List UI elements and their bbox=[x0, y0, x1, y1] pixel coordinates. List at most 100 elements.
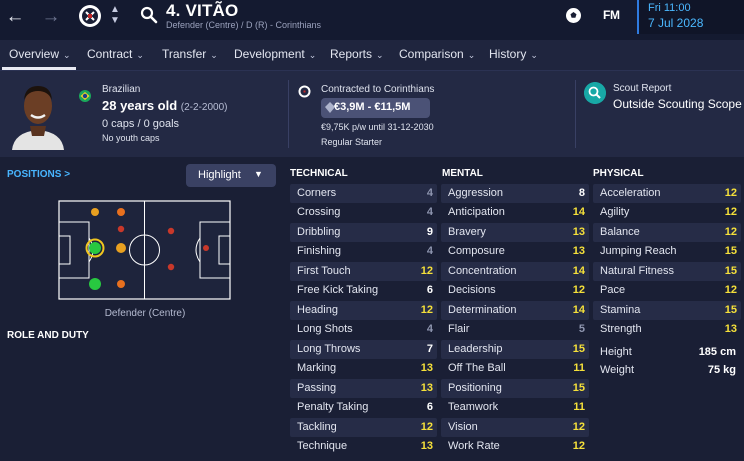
attribute-row[interactable]: Technique 13 bbox=[290, 437, 437, 456]
search-icon[interactable] bbox=[140, 6, 158, 24]
attribute-row[interactable]: Flair 5 bbox=[441, 320, 589, 339]
chevron-down-icon: ⌄ bbox=[376, 50, 384, 60]
tab-label: Contract bbox=[87, 47, 133, 61]
transfer-value-badge[interactable]: €3,9M - €11,5M bbox=[321, 98, 430, 118]
attribute-row[interactable]: Crossing 4 bbox=[290, 203, 437, 222]
arrow-left-icon[interactable]: ← bbox=[4, 6, 26, 28]
attribute-row[interactable]: Stamina 15 bbox=[593, 300, 741, 320]
player-photo[interactable] bbox=[8, 78, 68, 150]
attribute-name: Positioning bbox=[448, 381, 502, 394]
attribute-row[interactable]: Anticipation 14 bbox=[441, 203, 589, 222]
attribute-name: Crossing bbox=[297, 206, 341, 218]
attribute-row[interactable]: Dribbling 9 bbox=[290, 222, 437, 242]
attribute-row[interactable]: Finishing 4 bbox=[290, 242, 437, 261]
attribute-value: 6 bbox=[426, 401, 433, 413]
attribute-row[interactable]: Jumping Reach 15 bbox=[593, 242, 741, 261]
arrow-right-icon[interactable]: → bbox=[40, 6, 62, 28]
contract-title: Contracted to Corinthians bbox=[321, 84, 435, 95]
tab-transfer[interactable]: Transfer ⌄ bbox=[162, 47, 218, 61]
attribute-row[interactable]: Balance 12 bbox=[593, 222, 741, 242]
attribute-value: 12 bbox=[724, 206, 737, 218]
ball-icon[interactable] bbox=[565, 7, 582, 24]
attribute-value: 13 bbox=[420, 362, 433, 374]
attribute-row[interactable]: Off The Ball 11 bbox=[441, 359, 589, 378]
tab-label: Overview bbox=[9, 47, 60, 61]
attribute-value: 12 bbox=[572, 440, 585, 452]
attribute-name: Penalty Taking bbox=[297, 401, 369, 413]
attribute-row[interactable]: Penalty Taking 6 bbox=[290, 398, 437, 417]
attribute-name: Corners bbox=[297, 186, 337, 199]
technical-title: TECHNICAL bbox=[290, 168, 348, 179]
attribute-row[interactable]: Decisions 12 bbox=[441, 281, 589, 300]
attribute-name: Work Rate bbox=[448, 440, 500, 452]
attribute-name: Tackling bbox=[297, 420, 337, 433]
tab-development[interactable]: Development ⌄ bbox=[234, 47, 316, 61]
squad-status: Regular Starter bbox=[321, 137, 383, 147]
attribute-value: 6 bbox=[426, 284, 433, 296]
attribute-name: Free Kick Taking bbox=[297, 284, 379, 296]
attribute-name: Strength bbox=[600, 323, 642, 335]
date-display[interactable]: Fri 11:00 7 Jul 2028 bbox=[637, 0, 744, 34]
fm-logo[interactable]: FM bbox=[603, 8, 620, 22]
attribute-name: Vision bbox=[448, 420, 478, 433]
attribute-row[interactable]: Determination 14 bbox=[441, 300, 589, 320]
attribute-row[interactable]: Teamwork 11 bbox=[441, 398, 589, 417]
club-crest-icon[interactable] bbox=[77, 3, 103, 29]
attribute-row[interactable]: First Touch 12 bbox=[290, 261, 437, 281]
chevron-up-down-icon[interactable]: ▲ ▼ bbox=[109, 4, 121, 28]
tab-comparison[interactable]: Comparison ⌄ bbox=[399, 47, 475, 61]
chevron-down-icon: ⌄ bbox=[63, 50, 71, 60]
positions-link[interactable]: POSITIONS > bbox=[7, 169, 70, 180]
attribute-name: Anticipation bbox=[448, 206, 505, 218]
chevron-down-icon: ⌄ bbox=[136, 50, 144, 60]
chevron-down-icon: ⌄ bbox=[467, 50, 476, 60]
scout-report-value[interactable]: Outside Scouting Scope bbox=[613, 97, 742, 111]
attribute-name: First Touch bbox=[297, 264, 351, 277]
attribute-value: 12 bbox=[724, 225, 737, 238]
attribute-row[interactable]: Positioning 15 bbox=[441, 378, 589, 398]
attribute-row[interactable]: Marking 13 bbox=[290, 359, 437, 378]
attribute-row[interactable]: Leadership 15 bbox=[441, 339, 589, 359]
tab-reports[interactable]: Reports ⌄ bbox=[330, 47, 384, 61]
attribute-row[interactable]: Concentration 14 bbox=[441, 261, 589, 281]
scout-report-title: Scout Report bbox=[613, 83, 672, 94]
attribute-row[interactable]: Strength 13 bbox=[593, 320, 741, 339]
tab-contract[interactable]: Contract ⌄ bbox=[87, 47, 144, 61]
scout-search-icon[interactable] bbox=[584, 82, 606, 104]
physical-title: PHYSICAL bbox=[593, 168, 644, 179]
attribute-row[interactable]: Long Throws 7 bbox=[290, 339, 437, 359]
tab-history[interactable]: History ⌄ bbox=[489, 47, 538, 61]
attribute-row[interactable]: Natural Fitness 15 bbox=[593, 261, 741, 281]
nationality: Brazilian bbox=[102, 84, 141, 95]
attribute-value: 15 bbox=[572, 381, 585, 394]
attribute-row[interactable]: Aggression 8 bbox=[441, 183, 589, 203]
attribute-name: Flair bbox=[448, 323, 470, 335]
height-label: Height bbox=[600, 346, 632, 358]
attribute-row[interactable]: Agility 12 bbox=[593, 203, 741, 222]
player-subtitle: Defender (Centre) / D (R) - Corinthians bbox=[166, 20, 322, 30]
attribute-row[interactable]: Long Shots 4 bbox=[290, 320, 437, 339]
attribute-value: 12 bbox=[572, 284, 585, 296]
position-pitch[interactable] bbox=[58, 200, 231, 300]
attribute-value: 14 bbox=[572, 264, 585, 277]
attribute-value: 12 bbox=[572, 420, 585, 433]
position-label: Defender (Centre) bbox=[104, 308, 186, 319]
attribute-row[interactable]: Composure 13 bbox=[441, 242, 589, 261]
attribute-row[interactable]: Acceleration 12 bbox=[593, 183, 741, 203]
attribute-row[interactable]: Pace 12 bbox=[593, 281, 741, 300]
attribute-row[interactable]: Free Kick Taking 6 bbox=[290, 281, 437, 300]
attribute-row[interactable]: Tackling 12 bbox=[290, 417, 437, 437]
attribute-value: 13 bbox=[724, 323, 737, 335]
attribute-value: 4 bbox=[426, 323, 433, 335]
attribute-row[interactable]: Vision 12 bbox=[441, 417, 589, 437]
attribute-row[interactable]: Corners 4 bbox=[290, 183, 437, 203]
attribute-name: Long Throws bbox=[297, 342, 361, 355]
tab-overview[interactable]: Overview ⌄ bbox=[9, 47, 71, 61]
highlight-dropdown[interactable]: Highlight ▼ bbox=[186, 164, 276, 187]
attribute-value: 12 bbox=[420, 264, 433, 277]
attribute-row[interactable]: Heading 12 bbox=[290, 300, 437, 320]
attribute-row[interactable]: Bravery 13 bbox=[441, 222, 589, 242]
attribute-row[interactable]: Passing 13 bbox=[290, 378, 437, 398]
attribute-row[interactable]: Work Rate 12 bbox=[441, 437, 589, 456]
attribute-name: Natural Fitness bbox=[600, 264, 674, 277]
